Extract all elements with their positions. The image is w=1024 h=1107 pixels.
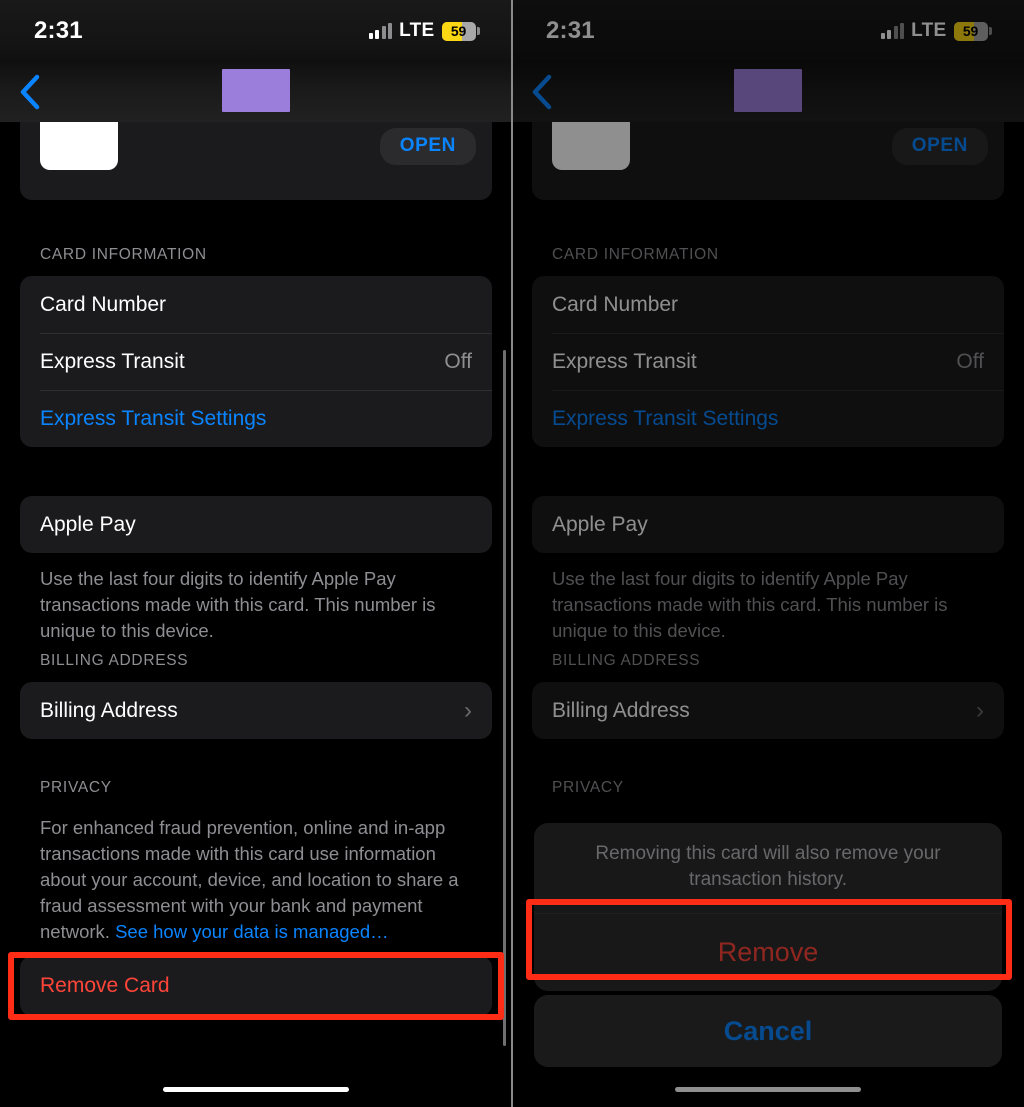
cancel-label: Cancel <box>723 1015 813 1046</box>
privacy-description: For enhanced fraud prevention, online an… <box>40 815 472 945</box>
nav-title-redacted <box>734 69 802 112</box>
open-button[interactable]: OPEN <box>379 128 476 165</box>
nav-bar <box>512 62 1024 122</box>
row-value: Off <box>956 349 984 373</box>
card-information-header: CARD INFORMATION <box>552 246 719 263</box>
apple-pay-description: Use the last four digits to identify App… <box>40 568 436 641</box>
status-clock: 2:31 <box>546 17 595 44</box>
apple-pay-group: Apple Pay <box>532 496 1004 553</box>
home-indicator <box>675 1087 861 1092</box>
cancel-button[interactable]: Cancel <box>534 995 1002 1067</box>
privacy-header: PRIVACY <box>552 779 624 796</box>
card-information-group: Card Number Express Transit Off Express … <box>20 276 492 447</box>
back-button[interactable] <box>10 72 50 112</box>
billing-address-group: Billing Address › <box>532 682 1004 739</box>
apple-pay-description: Use the last four digits to identify App… <box>552 568 948 641</box>
row-label: Billing Address <box>40 698 178 722</box>
panel-before: OPEN CARD INFORMATION Card Number Expres… <box>0 0 512 1107</box>
card-information-header: CARD INFORMATION <box>40 246 207 263</box>
battery-icon: 59 <box>953 21 992 41</box>
status-indicators: LTE 59 <box>880 20 992 42</box>
row-label: Express Transit <box>40 349 185 373</box>
confirm-remove-label: Remove <box>717 937 819 967</box>
billing-address-group: Billing Address › <box>20 682 492 739</box>
row-value: Off <box>444 349 472 373</box>
row-label: Apple Pay <box>552 512 648 536</box>
battery-icon: 59 <box>441 21 480 41</box>
card-information-group: Card Number Express Transit Off Express … <box>532 276 1004 447</box>
confirm-remove-button[interactable]: Remove <box>534 913 1002 991</box>
row-express-transit-settings[interactable]: Express Transit Settings <box>20 390 492 447</box>
row-express-transit[interactable]: Express Transit Off <box>20 333 492 390</box>
row-label: Apple Pay <box>40 512 136 536</box>
row-label: Card Number <box>40 292 167 316</box>
home-indicator <box>163 1087 349 1092</box>
row-card-number[interactable]: Card Number <box>532 276 1004 333</box>
back-button[interactable] <box>522 72 562 112</box>
network-type-label: LTE <box>911 20 947 41</box>
vertical-scrollbar[interactable] <box>503 350 506 1046</box>
privacy-header: PRIVACY <box>40 779 112 796</box>
network-type-label: LTE <box>399 20 435 41</box>
billing-address-header: BILLING ADDRESS <box>552 652 701 669</box>
panel-after: OPEN CARD INFORMATION Card Number Expres… <box>512 0 1024 1107</box>
remove-card-button[interactable]: Remove Card <box>20 956 492 1016</box>
row-label: Express Transit <box>552 349 697 373</box>
row-label: Express Transit Settings <box>40 406 267 430</box>
row-express-transit-settings[interactable]: Express Transit Settings <box>532 390 1004 447</box>
row-billing-address[interactable]: Billing Address › <box>20 682 492 739</box>
remove-card-label: Remove Card <box>40 974 170 997</box>
chevron-right-icon: › <box>976 696 984 724</box>
settings-scroll-view[interactable]: OPEN CARD INFORMATION Card Number Expres… <box>0 0 512 1107</box>
status-bar: 2:31 LTE 59 <box>512 0 1024 62</box>
privacy-learn-more-link[interactable]: See how your data is managed… <box>115 921 389 942</box>
panel-divider <box>511 0 513 1107</box>
chevron-right-icon: › <box>464 696 472 724</box>
row-express-transit[interactable]: Express Transit Off <box>532 333 1004 390</box>
row-billing-address[interactable]: Billing Address › <box>532 682 1004 739</box>
billing-address-header: BILLING ADDRESS <box>40 652 189 669</box>
status-indicators: LTE 59 <box>368 20 480 42</box>
remove-card-action-sheet: Removing this card will also remove your… <box>512 810 1024 1107</box>
row-label: Billing Address <box>552 698 690 722</box>
apple-pay-group: Apple Pay <box>20 496 492 553</box>
status-clock: 2:31 <box>34 17 83 44</box>
nav-title-redacted <box>222 69 290 112</box>
nav-bar <box>0 62 512 122</box>
row-label: Card Number <box>552 292 679 316</box>
battery-percent-label: 59 <box>450 23 467 39</box>
status-bar: 2:31 LTE 59 <box>0 0 512 62</box>
cellular-bars-icon <box>368 23 393 39</box>
action-sheet-message: Removing this card will also remove your… <box>595 843 941 890</box>
row-apple-pay[interactable]: Apple Pay <box>20 496 492 553</box>
row-card-number[interactable]: Card Number <box>20 276 492 333</box>
cellular-bars-icon <box>880 23 905 39</box>
open-button[interactable]: OPEN <box>891 128 988 165</box>
row-label: Express Transit Settings <box>552 406 779 430</box>
battery-percent-label: 59 <box>962 23 979 39</box>
action-sheet-group: Removing this card will also remove your… <box>534 823 1002 991</box>
row-apple-pay[interactable]: Apple Pay <box>532 496 1004 553</box>
